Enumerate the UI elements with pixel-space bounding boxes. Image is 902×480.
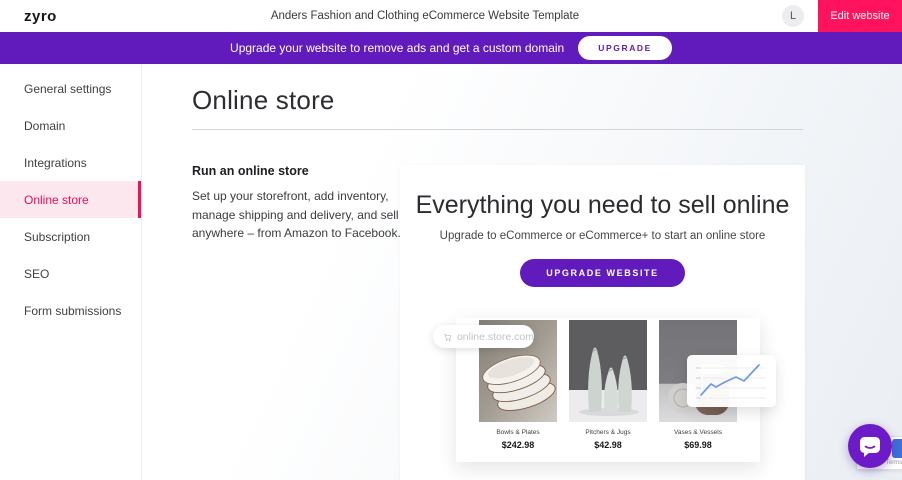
banner-upgrade-button[interactable]: UPGRADE [578,36,672,60]
sidebar-item-seo[interactable]: SEO [0,255,141,292]
recaptcha-logo-icon [892,439,902,458]
product-price: $42.98 [568,440,648,450]
intro-title: Run an online store [192,164,404,178]
settings-sidebar: General settings Domain Integrations Onl… [0,64,142,480]
product-price: $69.98 [658,440,738,450]
edit-website-button[interactable]: Edit website [818,0,902,32]
product-name: Pitchers & Jugs [568,429,648,436]
user-avatar[interactable]: L [782,5,804,27]
upsell-card: Everything you need to sell online Upgra… [400,165,805,480]
sidebar-item-general-settings[interactable]: General settings [0,70,141,107]
product-image-pitchers [569,320,647,422]
upsell-heading: Everything you need to sell online [400,191,805,220]
chat-bubble-icon [857,433,883,459]
line-chart-icon [687,355,776,407]
sidebar-item-subscription[interactable]: Subscription [0,218,141,255]
store-url-pill: online.store.com [433,325,534,348]
banner-text: Upgrade your website to remove ads and g… [230,41,564,55]
sidebar-item-form-submissions[interactable]: Form submissions [0,292,141,329]
page-title: Online store [192,85,335,116]
app-window: zyro Anders Fashion and Clothing eCommer… [0,0,902,480]
upgrade-website-button[interactable]: UPGRADE WEBSITE [520,259,685,287]
sales-chart-card [687,355,776,407]
main-content: Online store Run an online store Set up … [142,64,902,480]
title-divider [192,129,803,130]
sidebar-item-online-store[interactable]: Online store [0,181,141,218]
upsell-subheading: Upgrade to eCommerce or eCommerce+ to st… [400,230,805,242]
topbar: zyro Anders Fashion and Clothing eCommer… [0,0,902,32]
product-name: Vases & Vessels [658,429,738,436]
intro-description: Set up your storefront, add inventory, m… [192,187,404,243]
intro-section: Run an online store Set up your storefro… [192,164,404,243]
store-url-text: online.store.com [457,331,534,343]
cart-icon [443,331,452,343]
site-title: Anders Fashion and Clothing eCommerce We… [0,10,850,22]
product-price: $242.98 [478,440,558,450]
product-card-pitchers: Pitchers & Jugs $42.98 [568,320,648,462]
sidebar-item-domain[interactable]: Domain [0,107,141,144]
chat-launcher-button[interactable] [848,424,892,468]
upgrade-banner: Upgrade your website to remove ads and g… [0,32,902,64]
product-name: Bowls & Plates [478,429,558,436]
sidebar-item-integrations[interactable]: Integrations [0,144,141,181]
